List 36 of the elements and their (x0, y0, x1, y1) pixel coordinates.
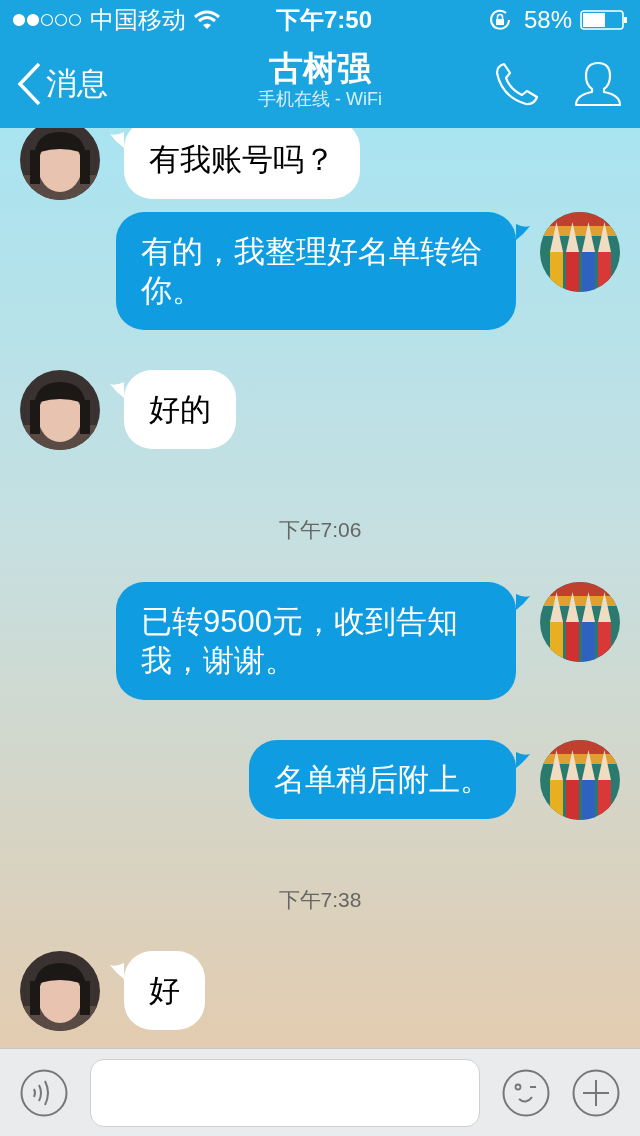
message-bubble: 好 (124, 951, 205, 1030)
message-bubble: 名单稍后附上。 (249, 739, 516, 819)
message-bubble: 好的 (124, 370, 236, 449)
phone-call-button[interactable] (494, 61, 540, 107)
timestamp: 下午7:06 (278, 517, 362, 543)
bubble-tail-icon (516, 751, 530, 768)
more-button[interactable] (572, 1068, 620, 1117)
wifi-icon (194, 10, 220, 30)
phone-icon (494, 61, 540, 107)
bubble-tail-icon (110, 963, 124, 979)
plus-icon (572, 1068, 620, 1117)
message-input[interactable] (90, 1058, 480, 1127)
carrier-label: 中国移动 (90, 5, 186, 35)
contact-name: 古树强 (269, 48, 371, 88)
online-status: 手机在线 - WiFi (258, 88, 382, 110)
voice-icon (20, 1068, 68, 1117)
clock: 下午7:50 (275, 5, 372, 35)
message-bubble: 已转9500元，收到告知我，谢谢。 (116, 581, 516, 700)
emoji-button[interactable] (502, 1068, 550, 1117)
timestamp: 下午7:38 (278, 886, 362, 913)
back-button[interactable]: 消息 (16, 60, 108, 108)
battery-percent: 58% (523, 5, 572, 35)
bubble-tail-icon (110, 132, 124, 148)
battery-icon (580, 10, 628, 30)
voice-button[interactable] (20, 1068, 68, 1117)
bubble-tail-icon (516, 593, 530, 610)
wink-face-icon (502, 1068, 550, 1117)
bubble-tail-icon (516, 224, 530, 240)
bubble-tail-icon (110, 382, 124, 398)
message-bubble: 有我账号吗？ (124, 128, 360, 199)
rotation-lock-icon (487, 8, 512, 32)
back-icon (16, 62, 42, 106)
message-bubble: 有的，我整理好名单转给你。 (116, 212, 516, 330)
person-icon (574, 61, 622, 107)
profile-button[interactable] (574, 61, 622, 107)
signal-icon (12, 13, 82, 27)
